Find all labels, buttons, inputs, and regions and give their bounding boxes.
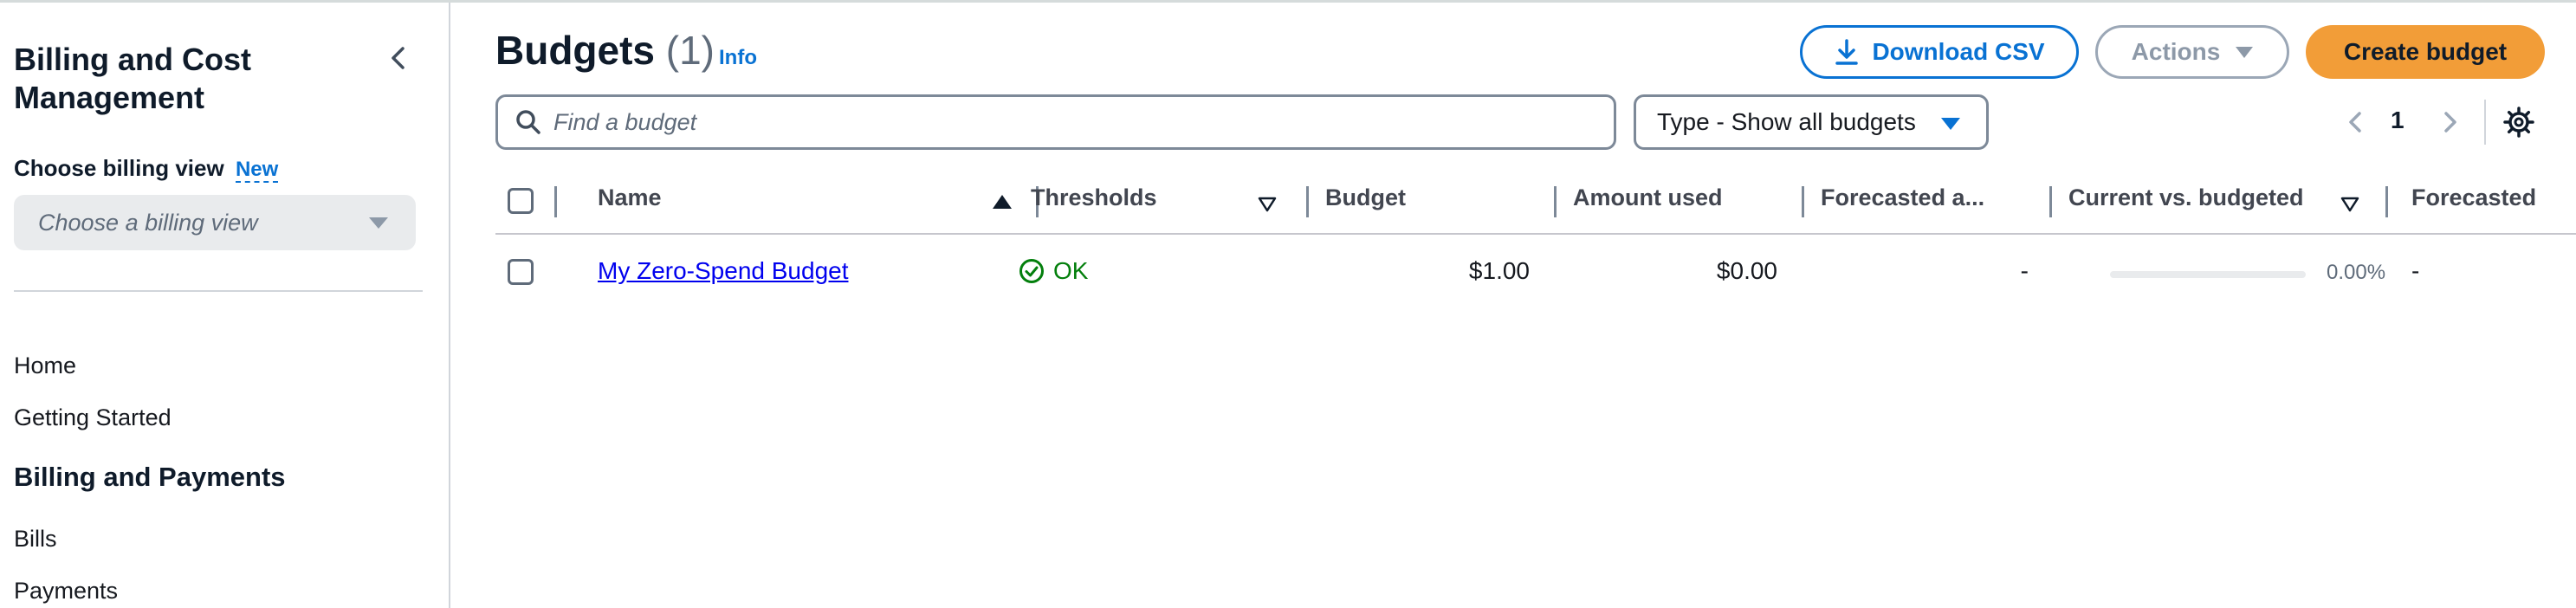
sidebar-item-bills[interactable]: Bills bbox=[14, 526, 57, 553]
page-title: Budgets (1) bbox=[495, 27, 715, 74]
pager-divider bbox=[2484, 100, 2486, 145]
usage-progress-bar bbox=[2110, 271, 2306, 278]
sidebar-item-payments[interactable]: Payments bbox=[14, 578, 118, 605]
table-preferences-button[interactable] bbox=[2502, 105, 2536, 139]
column-header-budget[interactable]: Budget bbox=[1325, 184, 1406, 211]
download-csv-button[interactable]: Download CSV bbox=[1800, 25, 2079, 79]
budget-name-link[interactable]: My Zero-Spend Budget bbox=[598, 257, 849, 285]
column-header-forecasted-amount[interactable]: Forecasted a... bbox=[1821, 184, 1984, 211]
threshold-status: OK bbox=[1019, 257, 1088, 285]
sidebar-section-billing-payments: Billing and Payments bbox=[14, 462, 286, 492]
actions-button[interactable]: Actions bbox=[2095, 25, 2289, 79]
billing-view-label: Choose billing view New bbox=[14, 155, 279, 183]
column-resizer[interactable] bbox=[2049, 186, 2052, 217]
table-header: Name Thresholds Budget Amount used Forec… bbox=[495, 172, 2576, 235]
previous-page-button[interactable] bbox=[2342, 105, 2368, 139]
sidebar-item-getting-started[interactable]: Getting Started bbox=[14, 404, 172, 431]
download-csv-label: Download CSV bbox=[1872, 38, 2045, 65]
filter-label: Type - Show all budgets bbox=[1657, 108, 1916, 135]
column-resizer[interactable] bbox=[1554, 186, 1557, 217]
chevron-right-icon bbox=[2444, 112, 2456, 133]
sidebar-title: Billing and Cost Management bbox=[14, 42, 251, 115]
caret-down-icon bbox=[369, 217, 388, 229]
new-badge[interactable]: New bbox=[235, 158, 279, 183]
column-header-name[interactable]: Name bbox=[598, 184, 662, 211]
forecasted-value: - bbox=[2411, 257, 2420, 284]
select-all-checkbox[interactable] bbox=[508, 188, 534, 214]
column-resizer[interactable] bbox=[1306, 186, 1309, 217]
main-content: Budgets (1) Info Download CSV Actions Cr… bbox=[452, 3, 2576, 608]
search-icon bbox=[516, 110, 540, 134]
budget-type-filter[interactable]: Type - Show all budgets bbox=[1634, 94, 1989, 150]
sidebar-collapse-button[interactable] bbox=[381, 41, 416, 75]
caret-down-icon bbox=[2236, 46, 2254, 58]
search-placeholder: Find a budget bbox=[553, 108, 697, 135]
sort-ascending-icon[interactable] bbox=[993, 195, 1012, 209]
sort-descending-icon[interactable] bbox=[1258, 197, 1277, 212]
search-input[interactable]: Find a budget bbox=[495, 94, 1616, 150]
billing-view-label-text: Choose billing view bbox=[14, 155, 224, 181]
forecasted-amount: - bbox=[2020, 257, 2029, 284]
budget-count: (1) bbox=[665, 28, 715, 73]
column-resizer[interactable] bbox=[1802, 186, 1804, 217]
budget-amount: $1.00 bbox=[1468, 257, 1530, 284]
row-checkbox[interactable] bbox=[508, 259, 534, 285]
usage-percentage: 0.00% bbox=[2327, 261, 2386, 284]
actions-label: Actions bbox=[2131, 38, 2221, 65]
info-link[interactable]: Info bbox=[719, 46, 757, 70]
caret-down-icon bbox=[1941, 118, 1960, 130]
check-circle-icon bbox=[1019, 259, 1044, 283]
gear-icon bbox=[2503, 107, 2534, 138]
create-budget-button[interactable]: Create budget bbox=[2306, 25, 2545, 79]
page-title-text: Budgets bbox=[495, 28, 655, 73]
chevron-left-icon bbox=[2349, 112, 2361, 133]
download-icon bbox=[1835, 39, 1859, 65]
table-row: My Zero-Spend Budget OK $1.00 $0.00 - 0.… bbox=[495, 236, 2576, 309]
sidebar-divider bbox=[14, 290, 423, 292]
billing-view-placeholder: Choose a billing view bbox=[38, 209, 258, 236]
sort-descending-icon[interactable] bbox=[2340, 197, 2359, 212]
sidebar-item-home[interactable]: Home bbox=[14, 353, 76, 379]
page-number[interactable]: 1 bbox=[2391, 107, 2404, 134]
column-header-thresholds[interactable]: Thresholds bbox=[1031, 184, 1157, 211]
next-page-button[interactable] bbox=[2437, 105, 2463, 139]
column-header-amount-used[interactable]: Amount used bbox=[1573, 184, 1723, 211]
threshold-status-text: OK bbox=[1053, 257, 1089, 284]
amount-used: $0.00 bbox=[1716, 257, 1777, 284]
column-resizer[interactable] bbox=[2385, 186, 2388, 217]
column-header-forecasted[interactable]: Forecasted bbox=[2411, 184, 2536, 211]
billing-view-select[interactable]: Choose a billing view bbox=[14, 195, 416, 250]
column-resizer[interactable] bbox=[554, 186, 557, 217]
chevron-left-icon bbox=[392, 47, 405, 69]
sidebar: Billing and Cost Management Choose billi… bbox=[0, 3, 450, 608]
column-header-current-vs-budgeted[interactable]: Current vs. budgeted bbox=[2068, 184, 2304, 211]
